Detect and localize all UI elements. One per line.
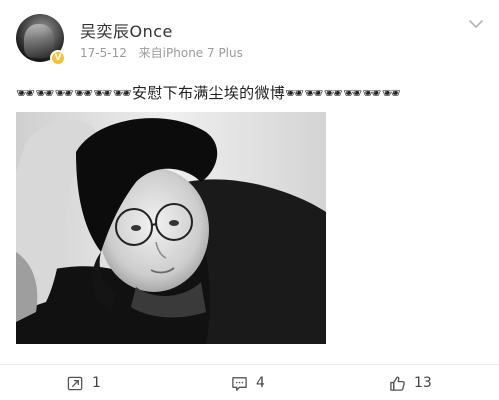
post-image[interactable] — [16, 112, 326, 344]
post-source[interactable]: 来自iPhone 7 Plus — [139, 46, 243, 60]
comment-count: 4 — [256, 375, 265, 391]
thumbs-up-icon — [390, 376, 405, 391]
repost-count: 1 — [92, 375, 101, 391]
like-count: 13 — [414, 375, 432, 391]
repost-icon — [67, 376, 83, 390]
comment-icon — [232, 376, 247, 391]
username[interactable]: 吴奕辰Once — [80, 18, 173, 42]
chevron-down-icon[interactable] — [469, 20, 483, 29]
post-date: 17-5-12 — [80, 46, 127, 60]
repost-button[interactable]: 1 — [67, 373, 101, 393]
avatar-photo — [24, 24, 54, 58]
post-photo-graphic — [16, 112, 326, 344]
post-text: 🕶🕶🕶🕶🕶🕶安慰下布满尘埃的微博🕶🕶🕶🕶🕶🕶 — [16, 84, 402, 102]
comment-button[interactable]: 4 — [231, 373, 265, 393]
post-meta: 17-5-12 来自iPhone 7 Plus — [80, 44, 251, 61]
verified-badge-icon: V — [50, 50, 66, 66]
action-divider — [0, 364, 499, 365]
like-button[interactable]: 13 — [389, 373, 432, 393]
